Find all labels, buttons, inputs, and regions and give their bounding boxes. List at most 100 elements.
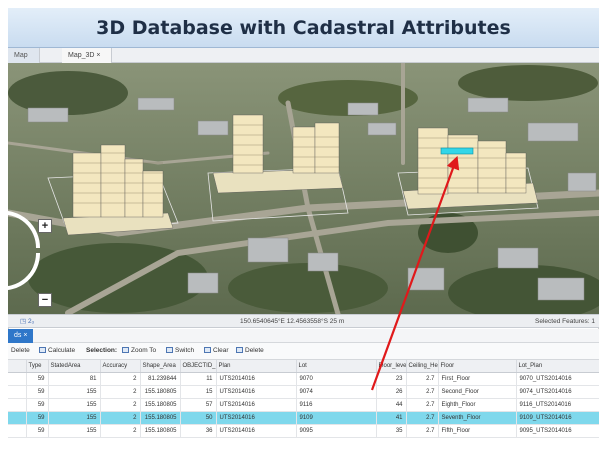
table-cell[interactable] [8, 385, 27, 399]
table-cell[interactable] [8, 424, 27, 438]
table-cell[interactable] [8, 411, 27, 425]
table-cell[interactable]: UTS2014016 [216, 424, 297, 438]
table-cell[interactable]: 50 [180, 411, 217, 425]
column-header-floor[interactable]: Floor [438, 360, 517, 373]
table-cell[interactable]: Eighth_Floor [438, 398, 517, 412]
tab-attribute-table[interactable]: ds × [8, 329, 34, 343]
table-cell[interactable] [8, 398, 27, 412]
switch-selection-button[interactable]: Switch [166, 347, 194, 354]
table-cell[interactable]: 9095_UTS2014016 [516, 424, 599, 438]
tab-map[interactable]: Map [8, 48, 40, 63]
table-cell[interactable] [8, 372, 27, 386]
delete-selection-button[interactable]: Delete [236, 347, 264, 354]
table-cell[interactable]: 15 [180, 385, 217, 399]
table-row[interactable]: 59 155 2 155.180805 57 UTS2014016 9116 44 2.7 Eig… [8, 398, 599, 412]
map-tab-strip: Map Map_3D × [8, 48, 599, 63]
table-cell[interactable]: 155.180805 [140, 398, 181, 412]
delete-field-button[interactable]: Delete [11, 347, 30, 354]
table-cell[interactable]: UTS2014016 [216, 411, 297, 425]
table-cell[interactable]: 155 [48, 424, 101, 438]
map-scene [8, 63, 599, 314]
column-header-plan[interactable]: Plan [216, 360, 297, 373]
calculate-button[interactable]: Calculate [39, 347, 75, 354]
table-row[interactable]: 59 155 2 155.180805 15 UTS2014016 9074 26 2.7 Sec… [8, 385, 599, 399]
column-header-lot-plan[interactable]: Lot_Plan [516, 360, 599, 373]
column-header-rowselector[interactable] [8, 360, 27, 373]
table-cell[interactable]: 2 [100, 424, 141, 438]
table-cell[interactable]: 59 [26, 385, 49, 399]
table-cell[interactable]: 81 [48, 372, 101, 386]
selected-floor-highlight[interactable] [440, 147, 474, 155]
table-cell[interactable]: 2 [100, 385, 141, 399]
column-header-statedarea[interactable]: StatedArea [48, 360, 101, 373]
table-cell[interactable]: Second_Floor [438, 385, 517, 399]
table-cell[interactable]: 81.239844 [140, 372, 181, 386]
column-header-shape-area[interactable]: Shape_Area [140, 360, 181, 373]
table-cell[interactable]: 59 [26, 372, 49, 386]
table-cell[interactable]: 41 [376, 411, 407, 425]
table-cell[interactable]: 155.180805 [140, 424, 181, 438]
table-cell[interactable]: 155 [48, 398, 101, 412]
table-row[interactable]: 59 155 2 155.180805 50 UTS2014016 9109 41 2.7 Sev… [8, 411, 599, 425]
map-3d-view[interactable]: + − [8, 63, 599, 314]
table-cell[interactable]: First_Floor [438, 372, 517, 386]
table-cell[interactable]: 155.180805 [140, 385, 181, 399]
column-header-type[interactable]: Type [26, 360, 49, 373]
zoom-to-label: Zoom To [131, 347, 157, 354]
table-cell[interactable]: 2.7 [406, 398, 439, 412]
table-cell[interactable]: 26 [376, 385, 407, 399]
column-header-objectid[interactable]: OBJECTID_1 [180, 360, 217, 373]
table-cell[interactable]: 23 [376, 372, 407, 386]
table-cell[interactable]: Seventh_Floor [438, 411, 517, 425]
table-row[interactable]: 59 81 2 81.239844 11 UTS2014016 9070 23 2.7 First… [8, 372, 599, 386]
attribute-table-tab-strip: ds × [8, 329, 599, 343]
table-cell[interactable]: 44 [376, 398, 407, 412]
column-header-floor-level[interactable]: Floor_leve [376, 360, 407, 373]
table-cell[interactable]: 9116 [296, 398, 377, 412]
tab-map-3d[interactable]: Map_3D × [62, 48, 112, 63]
selected-features-count[interactable]: Selected Features: 1 [535, 318, 595, 325]
tab-map-3d-label: Map_3D × [68, 52, 101, 59]
table-cell[interactable]: UTS2014016 [216, 372, 297, 386]
table-cell[interactable]: 2.7 [406, 372, 439, 386]
table-cell[interactable]: 9109_UTS2014016 [516, 411, 599, 425]
table-cell[interactable]: 2 [100, 398, 141, 412]
table-cell[interactable]: 155.180805 [140, 411, 181, 425]
table-cell[interactable]: 9074_UTS2014016 [516, 385, 599, 399]
zoom-in-button[interactable]: + [38, 219, 52, 233]
column-header-ceiling-height[interactable]: Ceiling_He [406, 360, 439, 373]
table-cell[interactable]: 9070 [296, 372, 377, 386]
table-cell[interactable]: 9109 [296, 411, 377, 425]
table-cell[interactable]: 59 [26, 424, 49, 438]
table-cell[interactable]: 57 [180, 398, 217, 412]
table-cell[interactable]: 2 [100, 411, 141, 425]
table-cell[interactable]: 36 [180, 424, 217, 438]
clear-selection-button[interactable]: Clear [204, 347, 229, 354]
table-cell[interactable]: 2.7 [406, 385, 439, 399]
column-header-accuracy[interactable]: Accuracy [100, 360, 141, 373]
table-cell[interactable]: 155 [48, 411, 101, 425]
table-cell[interactable]: 2.7 [406, 424, 439, 438]
zoom-to-button[interactable]: Zoom To [122, 347, 156, 354]
table-cell[interactable]: 155 [48, 385, 101, 399]
attribute-table[interactable]: Type StatedArea Accuracy Shape_Area OBJE… [8, 360, 599, 443]
table-cell[interactable]: 59 [26, 411, 49, 425]
table-cell[interactable]: Fifth_Floor [438, 424, 517, 438]
table-cell[interactable]: 11 [180, 372, 217, 386]
table-cell[interactable]: 9116_UTS2014016 [516, 398, 599, 412]
map-scale-control[interactable]: ◳ 2₃ [20, 317, 34, 325]
zoom-out-button[interactable]: − [38, 293, 52, 307]
table-cell[interactable]: 9095 [296, 424, 377, 438]
table-cell[interactable]: UTS2014016 [216, 398, 297, 412]
table-cell[interactable]: 2 [100, 372, 141, 386]
map-status-bar: ◳ 2₃ 150.6540645°E 12.4563558°S 25 m Sel… [8, 314, 599, 328]
table-cell[interactable]: 59 [26, 398, 49, 412]
table-cell[interactable]: 9074 [296, 385, 377, 399]
zoom-to-icon [122, 347, 129, 353]
table-row[interactable]: 59 155 2 155.180805 36 UTS2014016 9095 35 2.7 Fif… [8, 424, 599, 438]
table-cell[interactable]: UTS2014016 [216, 385, 297, 399]
table-cell[interactable]: 9070_UTS2014016 [516, 372, 599, 386]
table-cell[interactable]: 2.7 [406, 411, 439, 425]
table-cell[interactable]: 35 [376, 424, 407, 438]
column-header-lot[interactable]: Lot [296, 360, 377, 373]
